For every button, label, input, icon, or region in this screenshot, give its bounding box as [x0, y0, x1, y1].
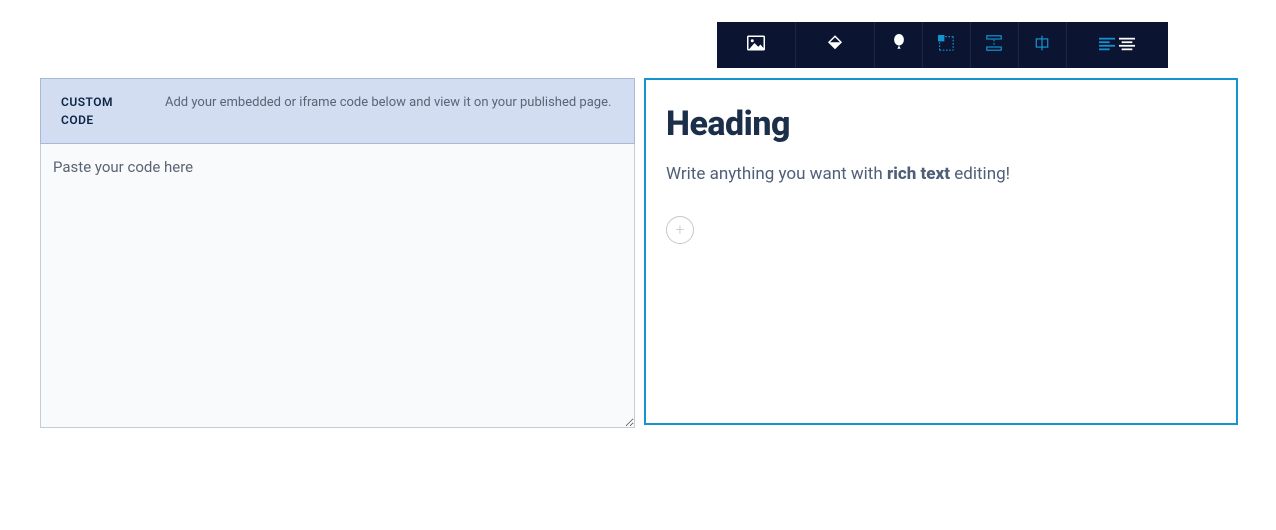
- editor-body-after: editing!: [950, 164, 1010, 184]
- toolbar-fill[interactable]: [796, 22, 875, 68]
- toolbar-balloon[interactable]: [875, 22, 923, 68]
- editor-paragraph[interactable]: Write anything you want with rich text e…: [666, 162, 1216, 188]
- toolbar-text-align[interactable]: [1067, 22, 1168, 68]
- custom-code-label-line1: CUSTOM: [61, 95, 113, 109]
- toolbar-size[interactable]: [923, 22, 971, 68]
- custom-code-label-line2: CODE: [61, 113, 94, 127]
- plus-icon: +: [675, 220, 684, 239]
- size-icon: [938, 35, 954, 55]
- align-justify-icon: [1119, 36, 1135, 55]
- editor-heading[interactable]: Heading: [666, 104, 1216, 144]
- custom-code-block: CUSTOM CODE Add your embedded or iframe …: [40, 78, 635, 432]
- toolbar-image[interactable]: [717, 22, 796, 68]
- editor-toolbar: [717, 22, 1168, 68]
- align-left-icon: [1099, 36, 1115, 55]
- custom-code-label: CUSTOM CODE: [61, 93, 165, 129]
- toolbar-spacing[interactable]: [971, 22, 1019, 68]
- align-center-icon: [1033, 35, 1051, 55]
- custom-code-header: CUSTOM CODE Add your embedded or iframe …: [40, 78, 635, 144]
- editor-body-bold: rich text: [887, 164, 950, 184]
- rich-text-block[interactable]: Heading Write anything you want with ric…: [644, 78, 1238, 425]
- toolbar-align-center[interactable]: [1019, 22, 1067, 68]
- balloon-icon: [892, 34, 906, 56]
- image-icon: [747, 35, 765, 55]
- editor-body-before: Write anything you want with: [666, 164, 887, 184]
- custom-code-input[interactable]: [40, 144, 635, 428]
- add-content-button[interactable]: +: [666, 216, 694, 244]
- spacing-icon: [986, 35, 1002, 55]
- fill-icon: [826, 34, 844, 56]
- custom-code-description: Add your embedded or iframe code below a…: [165, 93, 614, 113]
